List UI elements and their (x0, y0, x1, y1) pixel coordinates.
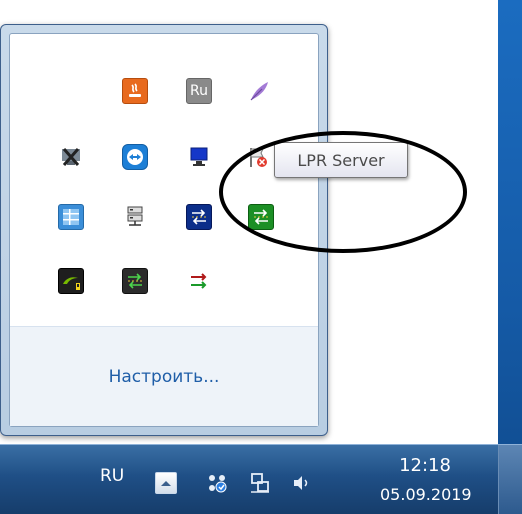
show-desktop-button[interactable] (498, 445, 522, 514)
flag-error-icon[interactable] (246, 144, 272, 170)
chevron-up-icon (161, 481, 171, 486)
show-hidden-icons-button[interactable] (155, 472, 177, 494)
notification-area-overflow: Ru Настроить... (0, 24, 328, 436)
green-transfer-icon[interactable] (122, 268, 148, 294)
windows-app-icon[interactable] (58, 204, 84, 230)
network-disconnected-icon[interactable] (58, 144, 84, 170)
volume-icon[interactable] (289, 471, 313, 495)
feather-icon[interactable] (246, 78, 272, 104)
ru-icon-label: Ru (190, 83, 208, 99)
arrows-icon[interactable] (186, 268, 212, 294)
java-icon[interactable] (122, 78, 148, 104)
desktop-background (498, 0, 522, 513)
blue-transfer-icon[interactable] (186, 204, 212, 230)
icon-grid: Ru (10, 34, 318, 340)
nvidia-icon[interactable] (58, 268, 84, 294)
monitor-icon[interactable] (186, 144, 212, 170)
overflow-panel: Ru Настроить... (9, 33, 319, 427)
language-indicator[interactable]: RU (100, 466, 124, 486)
popup-footer: Настроить... (10, 326, 318, 426)
ru-language-icon[interactable]: Ru (186, 78, 212, 104)
network-sync-icon[interactable] (205, 471, 229, 495)
customize-link[interactable]: Настроить... (109, 367, 220, 387)
taskbar: RU 12:18 05.09.2019 (0, 444, 522, 514)
teamviewer-icon[interactable] (122, 144, 148, 170)
clock-date[interactable]: 05.09.2019 (380, 485, 472, 504)
clock-time[interactable]: 12:18 (380, 455, 470, 476)
lpr-server-tooltip: LPR Server (274, 142, 408, 178)
network-icon[interactable] (248, 471, 272, 495)
lpr-server-icon[interactable] (248, 204, 274, 230)
network-server-icon[interactable] (122, 204, 148, 230)
